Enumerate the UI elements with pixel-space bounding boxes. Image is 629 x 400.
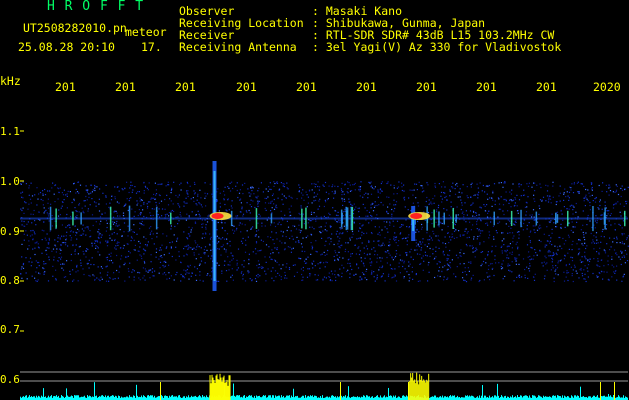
level-peak xyxy=(426,379,428,400)
streak xyxy=(346,207,349,230)
level-peak xyxy=(413,380,415,400)
y-tick-mark xyxy=(20,280,24,282)
streak xyxy=(510,210,513,226)
level-peak xyxy=(228,375,230,400)
level-peak xyxy=(412,373,414,400)
streak xyxy=(301,208,303,229)
level-peak xyxy=(418,384,420,400)
streak xyxy=(567,210,569,227)
spectrogram xyxy=(20,130,629,400)
level-peak xyxy=(424,380,426,400)
streak xyxy=(455,214,457,223)
streak xyxy=(155,207,158,230)
streak xyxy=(452,208,454,229)
level-peak xyxy=(220,377,222,400)
streak xyxy=(230,210,233,227)
level-peak xyxy=(416,372,418,400)
streak xyxy=(351,206,354,231)
level-peak xyxy=(410,373,412,400)
level-spike xyxy=(600,382,601,400)
level-peak xyxy=(221,381,223,400)
streak xyxy=(109,206,112,231)
level-peak xyxy=(417,381,419,400)
level-peak xyxy=(223,375,225,400)
streak xyxy=(55,208,57,229)
streak xyxy=(49,206,52,231)
level-spike xyxy=(340,382,341,400)
level-peak xyxy=(409,380,411,400)
level-peak xyxy=(209,375,211,400)
level-spike xyxy=(160,382,161,400)
level-peak xyxy=(419,374,421,400)
streak xyxy=(443,212,445,225)
streak xyxy=(493,211,495,226)
level-peak xyxy=(428,373,430,400)
streak xyxy=(270,213,273,224)
streak xyxy=(592,206,594,232)
level-peak xyxy=(229,375,231,400)
level-peak xyxy=(414,379,416,400)
level-peak xyxy=(217,379,219,400)
echo-core xyxy=(213,171,216,281)
level-peak xyxy=(213,380,215,400)
level-peak xyxy=(219,373,221,400)
streak xyxy=(170,212,172,225)
level-peak xyxy=(422,380,424,400)
level-peak xyxy=(425,382,427,400)
level-peak xyxy=(211,374,213,400)
level-peak xyxy=(212,377,214,400)
level-peak xyxy=(224,382,226,400)
y-tick-mark xyxy=(20,130,24,132)
streak xyxy=(555,212,557,225)
streak xyxy=(603,212,606,225)
level-peak xyxy=(421,375,423,400)
level-spike xyxy=(614,382,615,400)
level-peak xyxy=(222,377,224,400)
level-peak xyxy=(415,383,417,400)
level-peak xyxy=(210,383,212,400)
y-tick-mark xyxy=(20,230,24,232)
level-peak xyxy=(411,377,413,400)
echo-peak xyxy=(410,213,423,219)
level-peak xyxy=(218,379,220,400)
level-peak xyxy=(225,382,227,400)
level-peak xyxy=(226,379,228,400)
streak xyxy=(535,211,538,226)
y-tick-mark xyxy=(20,330,24,332)
streak xyxy=(255,208,258,229)
level-peak xyxy=(420,379,422,400)
level-trace xyxy=(20,382,628,400)
y-tick-mark xyxy=(20,180,24,182)
level-spike xyxy=(408,382,409,400)
streak xyxy=(72,211,74,226)
streak xyxy=(624,210,626,227)
noise-band xyxy=(20,181,629,283)
streak xyxy=(438,211,440,226)
level-peak xyxy=(214,382,216,400)
streak xyxy=(520,209,522,228)
streak xyxy=(556,214,559,223)
streak xyxy=(345,206,348,231)
streak xyxy=(433,209,435,228)
streak xyxy=(305,207,307,230)
level-peak xyxy=(216,374,218,400)
streak xyxy=(340,209,343,228)
level-peak xyxy=(215,375,217,400)
level-peak xyxy=(423,379,425,400)
level-peak xyxy=(427,381,429,400)
streak xyxy=(80,212,82,225)
echo-peak xyxy=(211,213,224,219)
streak xyxy=(128,205,131,232)
level-peak xyxy=(227,385,229,400)
